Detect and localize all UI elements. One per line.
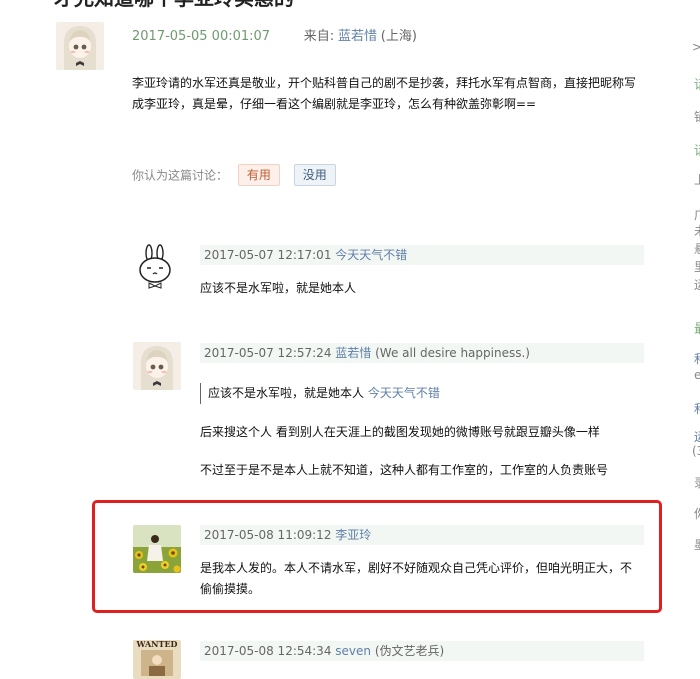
quote-text: 应该不是水军啦，就是她本人 [208, 386, 365, 400]
quote-author-link[interactable]: 今天天气不错 [368, 386, 440, 400]
reply-header: 2017-05-07 12:57:24 蓝若惜 (We all desire h… [200, 343, 644, 363]
avatar[interactable] [133, 342, 181, 390]
reply-author-note: (伪文艺老兵) [374, 644, 445, 658]
page-title: 才允知道哪个李亚玲实惠的 [54, 0, 294, 10]
sidebar-text: 未 [694, 222, 700, 239]
reply-text: 不过至于是不是本人上就不知道，这种人都有工作室的，工作室的人负责账号 [200, 463, 609, 477]
reply-author-link[interactable]: seven [335, 644, 371, 658]
sidebar-link[interactable]: 运 [694, 428, 700, 445]
sidebar-heading: 话 [694, 74, 700, 93]
review-time: 2017-05-05 00:01:07 [132, 29, 271, 44]
sidebar-text: (3 [692, 444, 700, 458]
sidebar-link[interactable]: 和 [694, 400, 700, 417]
reply-header: 2017-05-07 12:17:01 今天天气不错 [200, 245, 644, 265]
review-location: (上海) [380, 29, 417, 44]
sidebar-arrow[interactable]: > [692, 40, 700, 54]
sidebar-heading: 话 [694, 140, 700, 159]
reply-author-link[interactable]: 今天天气不错 [335, 248, 407, 262]
sidebar-text: 录 [694, 474, 700, 491]
reply-author-note: (We all desire happiness.) [375, 346, 530, 360]
sidebar-text: 里 [694, 258, 700, 275]
reply-quote: 应该不是水军啦，就是她本人 今天天气不错 [200, 383, 440, 404]
sidebar-link[interactable]: 和 [694, 350, 700, 367]
vote-prompt: 你认为这篇讨论： [132, 168, 229, 183]
sidebar-text: 悬 [694, 240, 700, 257]
review-content: 李亚玲请的水军还真是敬业，开个贴科普自己的剧不是抄袭，拜托水军有点智商，直接把昵… [132, 76, 637, 111]
wanted-poster-text: WANTED [136, 640, 178, 649]
review-author-link[interactable]: 蓝若惜 [338, 29, 377, 44]
useful-button[interactable]: 有用 [237, 164, 280, 186]
sidebar-text: 你 [694, 505, 700, 522]
from-label: 来自: [303, 29, 335, 44]
sidebar-text: 运 [694, 276, 700, 293]
sidebar-text: 广 [694, 206, 700, 223]
reply-author-link[interactable]: 蓝若惜 [335, 346, 371, 360]
reply-time: 2017-05-08 12:54:34 [204, 644, 332, 658]
sidebar-text: 墨 [694, 536, 700, 553]
avatar[interactable] [56, 22, 104, 70]
highlight-box [92, 500, 662, 613]
reply-time: 2017-05-07 12:17:01 [204, 248, 332, 262]
avatar[interactable] [133, 243, 181, 291]
review-meta: 2017-05-05 00:01:07 来自: 蓝若惜 (上海) [132, 25, 417, 44]
reply-text: 应该不是水军啦，就是她本人 [200, 281, 357, 295]
useless-button[interactable]: 没用 [293, 164, 336, 186]
sidebar-text: e [694, 368, 700, 382]
sidebar-text: 上 [694, 171, 700, 188]
reply-text: 后来搜这个人 看到别人在天涯上的截图发现她的微博账号就跟豆瓣头像一样 [200, 425, 600, 439]
vote-bar: 你认为这篇讨论： 有用 没用 [132, 164, 336, 186]
reply-header: 2017-05-08 12:54:34 seven (伪文艺老兵) [200, 641, 644, 661]
reply-time: 2017-05-07 12:57:24 [204, 346, 332, 360]
sidebar-heading: 最 [694, 318, 700, 337]
sidebar-text: 销 [694, 108, 700, 125]
avatar[interactable]: WANTED [133, 640, 181, 679]
